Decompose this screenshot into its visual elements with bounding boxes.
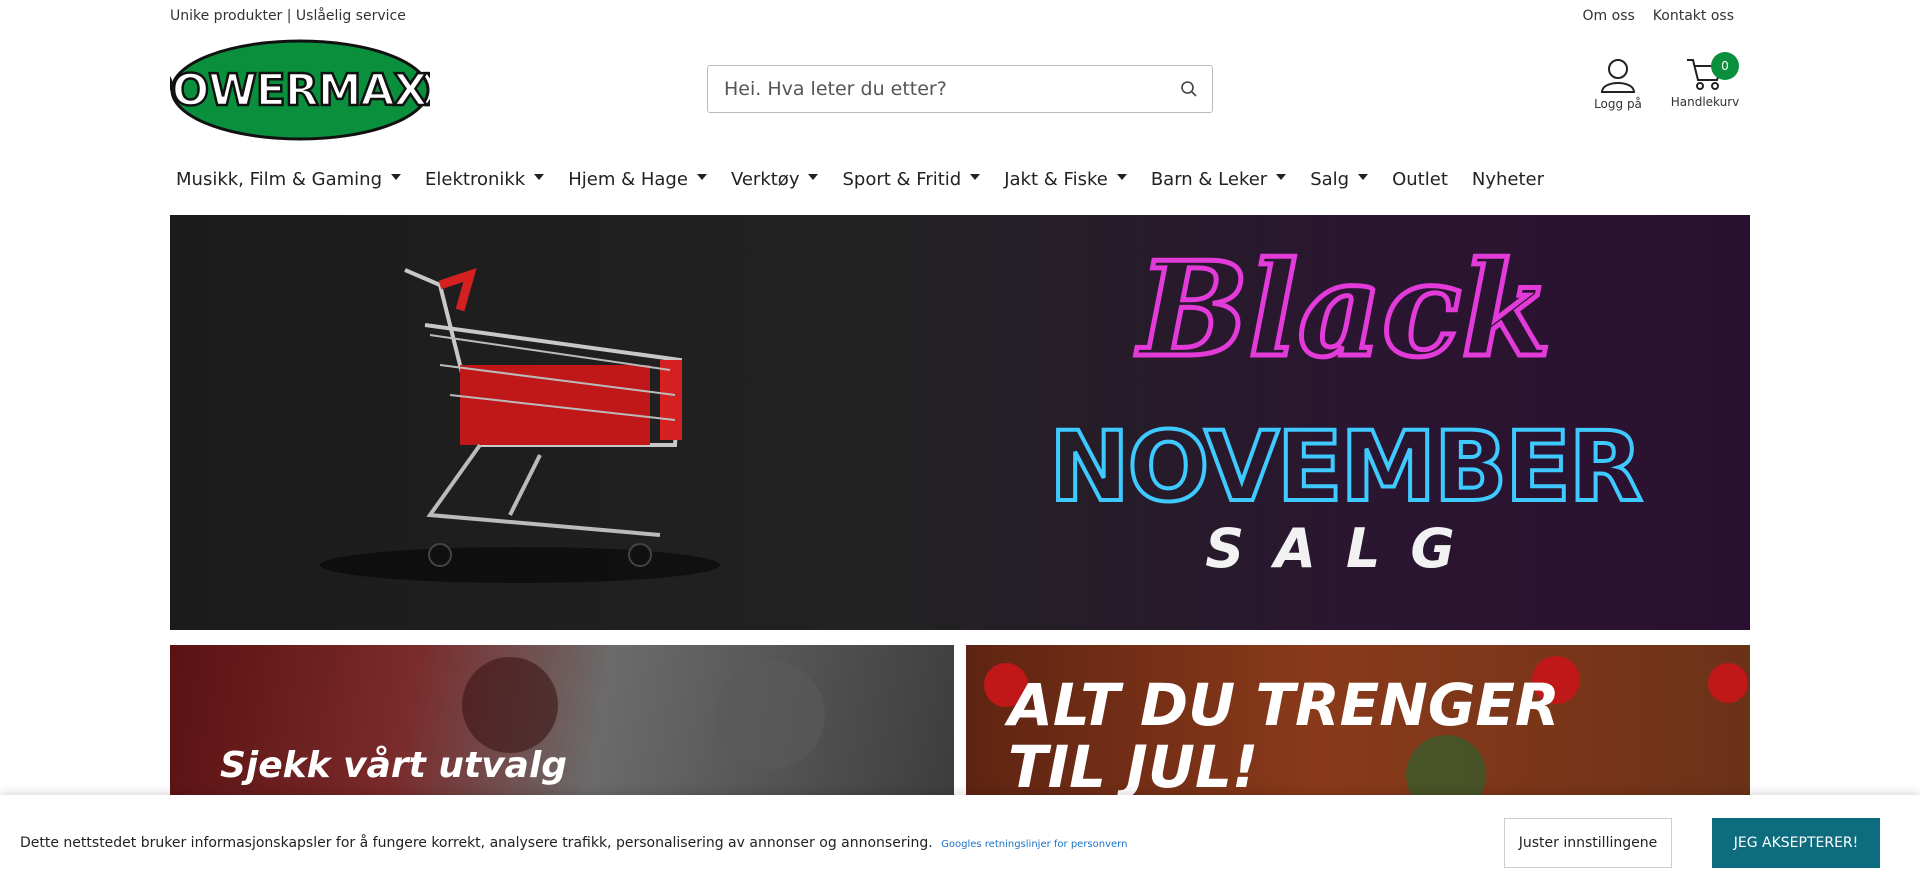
top-bar: Unike produkter | Uslåelig service Om os… — [170, 0, 1750, 32]
nav-item-sport[interactable]: Sport & Fritid — [836, 169, 986, 190]
promo-christmas-line1: ALT DU TRENGER — [1008, 671, 1560, 739]
caret-down-icon — [534, 174, 545, 180]
nav-item-hjem-hage[interactable]: Hjem & Hage — [562, 169, 713, 190]
promo-christmas-line2: TIL JUL! — [1008, 733, 1259, 795]
nav-label: Musikk, Film & Gaming — [176, 168, 383, 190]
cookie-message: Dette nettstedet bruker informasjonskaps… — [20, 835, 1127, 851]
search-input[interactable] — [708, 66, 1166, 112]
cart-label: Handlekurv — [1670, 95, 1740, 109]
caret-down-icon — [970, 174, 981, 180]
nav-item-jakt[interactable]: Jakt & Fiske — [998, 169, 1133, 190]
about-link[interactable]: Om oss — [1583, 8, 1635, 24]
nav-label: Nyheter — [1471, 168, 1545, 190]
caret-down-icon — [1276, 174, 1287, 180]
logo-text: POWERMAXX — [170, 65, 430, 116]
nav-item-outlet[interactable]: Outlet — [1386, 169, 1454, 190]
nav-item-verktoy[interactable]: Verktøy — [725, 169, 825, 190]
nav-item-barn[interactable]: Barn & Leker — [1145, 169, 1292, 190]
nav-item-salg[interactable]: Salg — [1304, 169, 1374, 190]
login-button[interactable]: Logg på — [1588, 58, 1648, 111]
adjust-settings-button[interactable]: Juster innstillingene — [1504, 818, 1672, 868]
cart-button[interactable]: 0 Handlekurv — [1665, 52, 1745, 109]
top-links: Om oss Kontakt oss — [1583, 8, 1750, 24]
promo-fitness-text: Sjekk vårt utvalg — [220, 745, 568, 786]
user-icon — [1599, 59, 1637, 97]
hero-banner[interactable]: Black NOVEMBER SALG — [170, 215, 1750, 630]
privacy-policy-link[interactable]: Googles retningslinjer for personvern — [941, 839, 1127, 850]
nav-label: Verktøy — [730, 168, 800, 190]
nav-label: Outlet — [1392, 168, 1448, 190]
accept-cookies-button[interactable]: JEG AKSEPTERER! — [1712, 818, 1880, 868]
main-nav: Musikk, Film & Gaming Elektronikk Hjem &… — [170, 160, 1750, 198]
cookie-banner: Dette nettstedet bruker informasjonskaps… — [0, 795, 1920, 888]
cart-icon — [1685, 59, 1725, 95]
tagline: Unike produkter | Uslåelig service — [170, 8, 406, 24]
nav-label: Salg — [1310, 168, 1350, 190]
nav-label: Elektronikk — [425, 168, 526, 190]
shopping-cart-illustration — [320, 268, 720, 583]
hero-black-text: Black — [1135, 233, 1552, 386]
caret-down-icon — [391, 174, 402, 180]
search-icon[interactable] — [1166, 66, 1212, 112]
nav-label: Jakt & Fiske — [1004, 168, 1108, 190]
cookie-text: Dette nettstedet bruker informasjonskaps… — [20, 835, 933, 851]
nav-label: Hjem & Hage — [568, 168, 688, 190]
login-label: Logg på — [1594, 97, 1642, 111]
header: POWERMAXX Logg på 0 Handlekurv — [139, 38, 1750, 142]
cart-count-badge: 0 — [1711, 52, 1739, 80]
nav-item-nyheter[interactable]: Nyheter — [1466, 169, 1550, 190]
promo-tile-christmas[interactable]: ALT DU TRENGER TIL JUL! — [966, 645, 1750, 795]
nav-label: Sport & Fritid — [842, 168, 962, 190]
hero-november-text: NOVEMBER — [1049, 411, 1641, 523]
caret-down-icon — [696, 174, 707, 180]
search-box — [707, 65, 1213, 113]
nav-item-musikk[interactable]: Musikk, Film & Gaming — [170, 169, 407, 190]
hero-salg-text: SALG — [1205, 517, 1484, 580]
contact-link[interactable]: Kontakt oss — [1653, 8, 1734, 24]
caret-down-icon — [1358, 174, 1369, 180]
nav-item-elektronikk[interactable]: Elektronikk — [419, 169, 550, 190]
nav-label: Barn & Leker — [1150, 168, 1268, 190]
caret-down-icon — [808, 174, 819, 180]
promo-row: Sjekk vårt utvalg ALT DU TRENGER TIL JUL… — [170, 645, 1750, 795]
caret-down-icon — [1116, 174, 1127, 180]
promo-tile-fitness[interactable]: Sjekk vårt utvalg — [170, 645, 954, 795]
logo[interactable]: POWERMAXX — [139, 39, 463, 141]
